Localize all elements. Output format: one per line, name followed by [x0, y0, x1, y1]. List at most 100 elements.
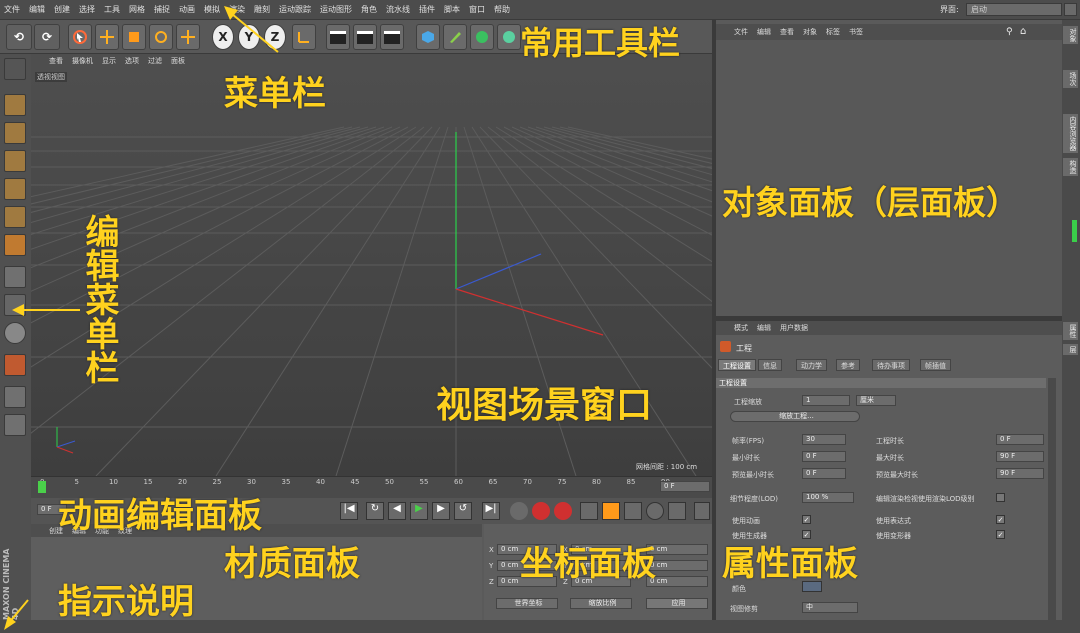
key-parameter-icon[interactable] — [646, 502, 664, 520]
z-axis-lock-button[interactable]: Z — [264, 24, 286, 50]
attribute-tab-5[interactable]: 帧插值 — [920, 359, 951, 371]
scale-project-button[interactable]: 缩放工程... — [730, 411, 860, 422]
record-keys-icon[interactable] — [510, 502, 528, 520]
model-mode-icon[interactable] — [4, 94, 26, 116]
timeline-playhead[interactable] — [38, 481, 46, 493]
attribute-tab-0[interactable]: 工程设置 — [718, 359, 756, 371]
menu-item-17[interactable]: 窗口 — [469, 4, 485, 15]
menu-item-15[interactable]: 插件 — [419, 4, 435, 15]
viewport-menu-item-2[interactable]: 显示 — [102, 56, 116, 66]
project-length-field[interactable]: 0 F — [996, 434, 1044, 445]
side-tab-3[interactable]: 构造 — [1063, 158, 1078, 176]
attribute-menu-item-1[interactable]: 编辑 — [757, 323, 771, 333]
select-tool-icon[interactable] — [68, 24, 92, 50]
menu-item-12[interactable]: 运动图形 — [320, 4, 352, 15]
fps-field[interactable]: 30 — [802, 434, 846, 445]
redo-button[interactable]: ⟳ — [34, 24, 60, 50]
transform-tool-icon[interactable] — [176, 24, 200, 50]
attribute-menu-item-0[interactable]: 模式 — [734, 323, 748, 333]
loop-icon[interactable]: ↻ — [366, 502, 384, 520]
polygons-mode-icon[interactable] — [4, 234, 26, 256]
loop-play-icon[interactable]: ↺ — [454, 502, 472, 520]
menu-item-14[interactable]: 流水线 — [386, 4, 410, 15]
axis-mode-icon[interactable] — [4, 266, 26, 288]
viewport-menu-item-3[interactable]: 选项 — [125, 56, 139, 66]
max-time-field[interactable]: 90 F — [996, 451, 1044, 462]
attribute-tab-1[interactable]: 信息 — [758, 359, 782, 371]
play-button[interactable]: ▶ — [410, 502, 428, 520]
attribute-tab-3[interactable]: 参考 — [836, 359, 860, 371]
attr-side-tab-1[interactable]: 层 — [1063, 344, 1078, 355]
object-scroll-indicator[interactable] — [1072, 220, 1077, 242]
menu-item-18[interactable]: 帮助 — [494, 4, 510, 15]
side-tab-1[interactable]: 场次 — [1063, 70, 1078, 88]
x-axis-lock-button[interactable]: X — [212, 24, 234, 50]
points-mode-icon[interactable] — [4, 178, 26, 200]
object-menu-item-3[interactable]: 对象 — [803, 27, 817, 37]
viewport-menu-item-5[interactable]: 面板 — [171, 56, 185, 66]
use-animation-checkbox[interactable]: ✓ — [802, 515, 811, 524]
view-mode-icon[interactable] — [4, 58, 26, 80]
render-settings-icon[interactable] — [380, 24, 404, 50]
search-icon[interactable]: ⚲ — [1006, 27, 1013, 37]
menu-item-16[interactable]: 脚本 — [444, 4, 460, 15]
key-pla-icon[interactable] — [668, 502, 686, 520]
key-position-icon[interactable] — [580, 502, 598, 520]
menu-item-4[interactable]: 工具 — [104, 4, 120, 15]
subdivision-icon[interactable] — [470, 24, 494, 50]
menu-item-5[interactable]: 网格 — [129, 4, 145, 15]
end-frame-field[interactable]: 0 F — [660, 481, 710, 492]
view-clip-select[interactable]: 中 — [802, 602, 858, 613]
cube-icon[interactable] — [416, 24, 440, 50]
lod-field[interactable]: 100 % — [802, 492, 854, 503]
object-menu-item-4[interactable]: 标签 — [826, 27, 840, 37]
coordinate-system-icon[interactable] — [292, 24, 316, 50]
object-menu-item-2[interactable]: 查看 — [780, 27, 794, 37]
layout-button[interactable] — [1064, 3, 1077, 16]
keyframe-selection-icon[interactable] — [554, 502, 572, 520]
key-rotation-icon[interactable] — [624, 502, 642, 520]
menu-item-8[interactable]: 模拟 — [204, 4, 220, 15]
attribute-tab-4[interactable]: 待办事项 — [872, 359, 910, 371]
goto-start-button[interactable]: |◀ — [340, 502, 358, 520]
key-scale-icon[interactable] — [602, 502, 620, 520]
pen-icon[interactable] — [443, 24, 467, 50]
render-view-icon[interactable] — [326, 24, 350, 50]
menu-item-0[interactable]: 文件 — [4, 4, 20, 15]
render-picture-icon[interactable] — [353, 24, 377, 50]
attr-side-tab-0[interactable]: 属性 — [1063, 322, 1078, 340]
unit-select[interactable]: 厘米 — [856, 395, 896, 406]
attribute-tab-2[interactable]: 动力学 — [796, 359, 827, 371]
object-menu-item-5[interactable]: 书签 — [849, 27, 863, 37]
use-expressions-checkbox[interactable]: ✓ — [996, 515, 1005, 524]
viewport-menu-item-1[interactable]: 摄像机 — [72, 56, 93, 66]
viewport-menu-item-4[interactable]: 过滤 — [148, 56, 162, 66]
menu-item-2[interactable]: 创建 — [54, 4, 70, 15]
menu-item-10[interactable]: 雕刻 — [254, 4, 270, 15]
menu-item-1[interactable]: 编辑 — [29, 4, 45, 15]
scale-field[interactable]: 1 — [802, 395, 850, 406]
render-lod-checkbox[interactable] — [996, 493, 1005, 502]
viewport-menu-item-0[interactable]: 查看 — [49, 56, 63, 66]
move-tool-icon[interactable] — [95, 24, 119, 50]
menu-item-11[interactable]: 运动跟踪 — [279, 4, 311, 15]
scale-tool-icon[interactable] — [122, 24, 146, 50]
attribute-menu-item-2[interactable]: 用户数据 — [780, 323, 808, 333]
workplane-grid-icon[interactable] — [4, 414, 26, 436]
home-icon[interactable]: ⌂ — [1020, 26, 1026, 37]
layout-select[interactable]: 启动 — [966, 3, 1062, 16]
apply-button[interactable]: 应用 — [646, 598, 708, 609]
workplane-icon[interactable] — [4, 150, 26, 172]
attribute-scrollbar[interactable] — [1048, 378, 1056, 620]
side-tab-0[interactable]: 对象 — [1063, 26, 1078, 44]
edges-mode-icon[interactable] — [4, 206, 26, 228]
side-tab-2[interactable]: 内容浏览器 — [1063, 114, 1078, 153]
preview-max-field[interactable]: 90 F — [996, 468, 1044, 479]
scale-select[interactable]: 缩放比例 — [570, 598, 632, 609]
auto-key-icon[interactable] — [532, 502, 550, 520]
preview-min-field[interactable]: 0 F — [802, 468, 846, 479]
object-menu-item-0[interactable]: 文件 — [734, 27, 748, 37]
object-menu-item-1[interactable]: 编辑 — [757, 27, 771, 37]
min-time-field[interactable]: 0 F — [802, 451, 846, 462]
magnet-icon[interactable] — [4, 354, 26, 376]
